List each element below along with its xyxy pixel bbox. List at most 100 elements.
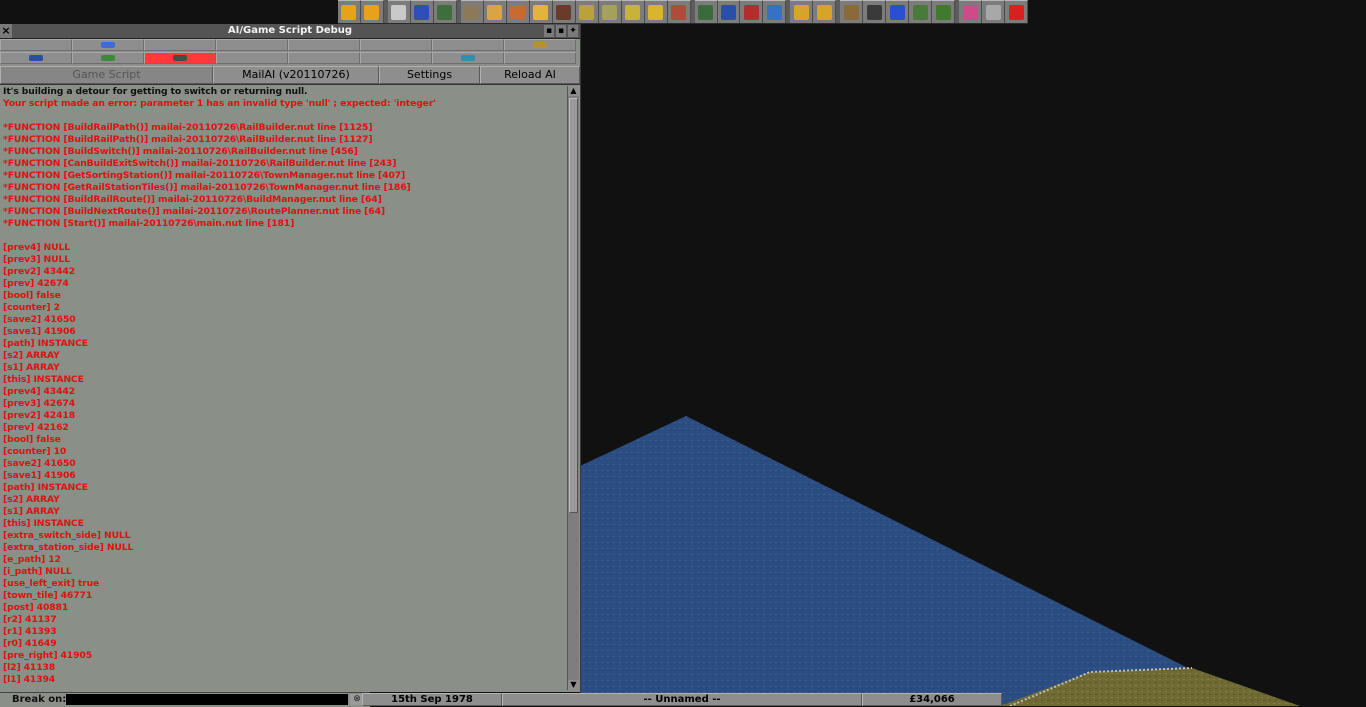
town-directory-icon: [464, 4, 480, 20]
industry-button[interactable]: [667, 0, 691, 23]
help-button[interactable]: [1005, 0, 1029, 23]
company-button[interactable]: [72, 39, 144, 51]
date-display[interactable]: 15th Sep 1978: [362, 693, 502, 706]
tab-game-script[interactable]: Game Script: [0, 66, 213, 84]
graphs-button[interactable]: [621, 0, 645, 23]
company-button[interactable]: [144, 39, 216, 51]
news-ticker[interactable]: -- Unnamed --: [502, 693, 862, 706]
trains-icon: [698, 4, 714, 20]
log-line: [e_path] 12: [3, 554, 61, 565]
settings-button[interactable]: [387, 0, 411, 23]
company-button[interactable]: [432, 39, 504, 51]
log-scrollbar[interactable]: ▲ ▼: [567, 86, 579, 690]
subsidies-button[interactable]: [483, 0, 507, 23]
map-button[interactable]: [433, 0, 457, 23]
money-display[interactable]: £34,066: [862, 693, 1002, 706]
log-line: [this] INSTANCE: [3, 518, 84, 529]
save-button[interactable]: [410, 0, 434, 23]
company-button[interactable]: [504, 39, 576, 51]
company-button[interactable]: [144, 52, 216, 64]
music-button[interactable]: [959, 0, 983, 23]
break-on-bar: Break on: ⊗: [0, 692, 370, 707]
log-line: [prev4] 43442: [3, 386, 75, 397]
company-button[interactable]: [72, 52, 144, 64]
window-titlebar[interactable]: × AI/Game Script Debug ▪ ▪ ✦: [0, 24, 580, 39]
newspaper-icon: [985, 4, 1001, 20]
scroll-up-arrow[interactable]: ▲: [568, 86, 579, 96]
trains-button[interactable]: [694, 0, 718, 23]
pin-icon[interactable]: ✦: [568, 25, 578, 37]
goals-button[interactable]: [598, 0, 622, 23]
finances-button[interactable]: [529, 0, 553, 23]
sticky-button[interactable]: ▪: [556, 25, 566, 37]
log-line: *FUNCTION [Start()] mailai-20110726\main…: [3, 218, 295, 229]
log-line: [use_left_exit] true: [3, 578, 100, 589]
log-line: [l2] 41138: [3, 662, 56, 673]
goals-icon: [602, 4, 618, 20]
landscaping-button[interactable]: [932, 0, 956, 23]
company-icon: [556, 4, 572, 20]
build-rail-icon: [843, 4, 859, 20]
fast-forward-button[interactable]: [360, 0, 384, 23]
build-rail-button[interactable]: [840, 0, 864, 23]
story-book-button[interactable]: [575, 0, 599, 23]
town-directory-button[interactable]: [460, 0, 484, 23]
log-line: [bool] false: [3, 434, 61, 445]
station-list-button[interactable]: [506, 0, 530, 23]
newspaper-button[interactable]: [982, 0, 1006, 23]
scroll-down-arrow[interactable]: ▼: [568, 680, 579, 690]
build-road-button[interactable]: [863, 0, 887, 23]
log-line: [r1] 41393: [3, 626, 57, 637]
company-button[interactable]: [432, 52, 504, 64]
fast-forward-icon: [364, 4, 380, 20]
company-button[interactable]: [504, 52, 576, 64]
log-line: It's building a detour for getting to sw…: [3, 86, 308, 97]
company-button[interactable]: [0, 39, 72, 51]
build-water-button[interactable]: [886, 0, 910, 23]
company-button[interactable]: [216, 52, 288, 64]
log-line: [l1] 41394: [3, 674, 56, 685]
company-button[interactable]: [288, 52, 360, 64]
log-line: *FUNCTION [CanBuildExitSwitch()] mailai-…: [3, 158, 397, 169]
tab-reload-ai[interactable]: Reload AI: [480, 66, 580, 84]
scroll-thumb[interactable]: [569, 98, 578, 513]
build-air-button[interactable]: [909, 0, 933, 23]
company-button[interactable]: [360, 52, 432, 64]
debug-log[interactable]: It's building a detour for getting to sw…: [3, 86, 566, 686]
debug-toggle-button[interactable]: ▪: [544, 25, 554, 37]
log-line: *FUNCTION [BuildSwitch()] mailai-2011072…: [3, 146, 358, 157]
league-table-button[interactable]: [644, 0, 668, 23]
tab-ai-name[interactable]: MailAI (v20110726): [213, 66, 379, 84]
pause-button[interactable]: [338, 0, 361, 23]
log-line: [s2] ARRAY: [3, 494, 60, 505]
log-line: [post] 40881: [3, 602, 69, 613]
company-button[interactable]: [288, 39, 360, 51]
company-button[interactable]: [552, 0, 576, 23]
log-line: [counter] 2: [3, 302, 60, 313]
log-line: [s1] ARRAY: [3, 362, 60, 373]
log-line: *FUNCTION [BuildRailRoute()] mailai-2011…: [3, 194, 382, 205]
break-on-input[interactable]: [66, 694, 348, 705]
company-button[interactable]: [0, 52, 72, 64]
log-line: *FUNCTION [BuildRailPath()] mailai-20110…: [3, 122, 373, 133]
aircraft-icon: [766, 4, 782, 20]
ships-button[interactable]: [740, 0, 764, 23]
company-button[interactable]: [216, 39, 288, 51]
tab-settings[interactable]: Settings: [379, 66, 480, 84]
log-line: [r2] 41137: [3, 614, 57, 625]
zoom-out-button[interactable]: [813, 0, 837, 23]
road-vehicles-icon: [720, 4, 736, 20]
company-button[interactable]: [360, 39, 432, 51]
company-face-icon: [29, 55, 43, 61]
road-vehicles-button[interactable]: [717, 0, 741, 23]
aircraft-button[interactable]: [763, 0, 787, 23]
log-line: [extra_station_side] NULL: [3, 542, 134, 553]
zoom-in-icon: [793, 4, 809, 20]
log-line: [this] INSTANCE: [3, 374, 84, 385]
company-face-icon: [461, 55, 475, 61]
main-toolbar: [338, 0, 1029, 24]
zoom-in-button[interactable]: [790, 0, 814, 23]
log-line: [s1] ARRAY: [3, 506, 60, 517]
